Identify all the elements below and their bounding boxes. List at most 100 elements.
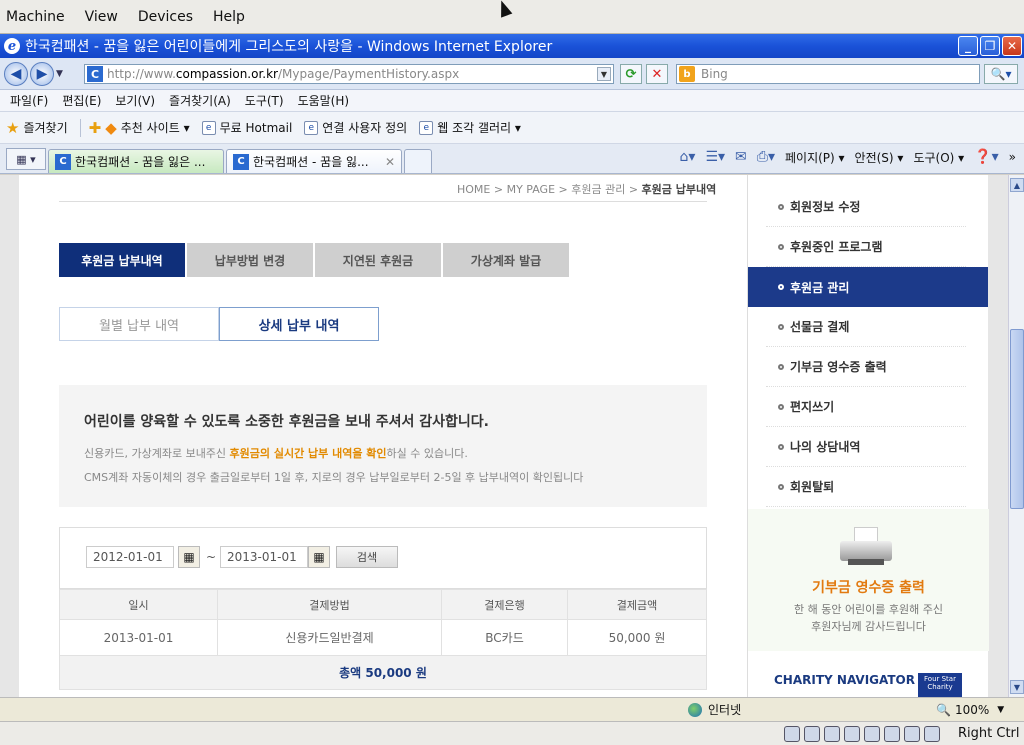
tab-virtual-account[interactable]: 가상계좌 발급	[443, 243, 569, 277]
scroll-up-icon[interactable]: ▲	[1010, 178, 1024, 192]
feeds-icon[interactable]: ☰▾	[705, 149, 725, 165]
sidebar-item-consultation[interactable]: 나의 상담내역	[766, 427, 966, 467]
vbox-menu-view[interactable]: View	[85, 9, 118, 25]
favorites-item-web-slice[interactable]: e 웹 조각 갤러리 ▾	[419, 119, 521, 136]
promo-title: 기부금 영수증 출력	[812, 580, 925, 596]
four-star-badge[interactable]: Four Star Charity	[918, 673, 962, 697]
from-date-input[interactable]: 2012-01-01	[86, 546, 174, 568]
table-header-row: 일시 결제방법 결제은행 결제금액	[59, 589, 707, 620]
print-icon[interactable]: ⎙▾	[757, 149, 775, 165]
network-icon[interactable]	[864, 726, 880, 742]
receipt-promo-banner[interactable]: 기부금 영수증 출력 한 해 동안 어린이를 후원해 주신 후원자님께 감사드립…	[748, 509, 989, 651]
new-tab-button[interactable]	[404, 149, 432, 173]
page-icon: e	[419, 120, 434, 135]
sidebar-item-letter[interactable]: 편지쓰기	[766, 387, 966, 427]
back-button[interactable]: ◀	[4, 61, 28, 86]
scroll-thumb[interactable]	[1010, 329, 1024, 509]
sidebar-item-donation-management[interactable]: 후원금 관리	[748, 267, 988, 307]
ie-logo-icon: e	[4, 38, 20, 54]
menu-file[interactable]: 파일(F)	[10, 92, 48, 109]
zoom-control[interactable]: 🔍 100% ▼	[936, 703, 1004, 717]
cell-bank: BC카드	[441, 619, 568, 656]
zoom-level: 100%	[954, 702, 990, 717]
scroll-down-icon[interactable]: ▼	[1010, 680, 1024, 694]
capture-icon[interactable]	[904, 726, 920, 742]
charity-navigator-logo[interactable]: CHARITY NAVIGATOR	[774, 673, 915, 687]
search-button[interactable]: 🔍▾	[984, 64, 1018, 84]
tab-payment-history[interactable]: 후원금 납부내역	[59, 243, 185, 277]
safety-menu[interactable]: 안전(S) ▾	[855, 149, 904, 166]
sidebar-item-gift-payment[interactable]: 선물금 결제	[766, 307, 966, 347]
quick-tabs-button[interactable]: ▦ ▾	[6, 148, 46, 170]
cell-date: 2013-01-01	[59, 619, 218, 656]
site-favicon-icon: C	[233, 153, 249, 170]
breadcrumb-divider	[59, 201, 707, 202]
suggested-sites-icon: ◆	[105, 118, 117, 137]
bullet-icon	[778, 284, 784, 290]
menu-favorites[interactable]: 즐겨찾기(A)	[169, 92, 231, 109]
mouse-integration-icon[interactable]	[924, 726, 940, 742]
more-commands-icon[interactable]: »	[1009, 150, 1016, 164]
tools-menu[interactable]: 도구(O) ▾	[913, 149, 964, 166]
maximize-button[interactable]: ❐	[980, 36, 1000, 56]
stop-button[interactable]: ✕	[646, 64, 668, 84]
sidebar: 회원정보 수정 후원중인 프로그램 후원금 관리 선물금 결제 기부금 영수증 …	[747, 175, 989, 697]
display-icon[interactable]	[884, 726, 900, 742]
to-date-input[interactable]: 2013-01-01	[220, 546, 308, 568]
close-tab-icon[interactable]: ✕	[385, 155, 395, 169]
menu-edit[interactable]: 편집(E)	[62, 92, 101, 109]
subtab-monthly-history[interactable]: 월별 납부 내역	[59, 307, 219, 341]
window-title-bar: e 한국컴패션 - 꿈을 잃은 어린이들에게 그리스도의 사랑을 - Windo…	[0, 34, 1024, 58]
browser-tab-1[interactable]: C 한국컴패션 - 꿈을 잃은 ...	[48, 149, 224, 173]
url-input[interactable]: C http://www. compassion.or.kr/Mypage/Pay…	[84, 64, 614, 84]
help-icon[interactable]: ❓▾	[974, 149, 998, 165]
sidebar-item-receipt[interactable]: 기부금 영수증 출력	[766, 347, 966, 387]
vbox-menu-devices[interactable]: Devices	[138, 9, 193, 25]
vbox-menu-machine[interactable]: Machine	[6, 9, 65, 25]
calendar-icon[interactable]: ▦	[308, 546, 330, 568]
vertical-scrollbar[interactable]: ▲ ▼	[1008, 175, 1024, 697]
menu-view[interactable]: 보기(V)	[115, 92, 155, 109]
shared-folder-icon[interactable]	[844, 726, 860, 742]
close-button[interactable]: ✕	[1002, 36, 1022, 56]
favorites-item-label: 연결 사용자 정의	[322, 121, 408, 135]
history-dropdown-icon[interactable]: ▼	[56, 69, 63, 79]
sidebar-top-spacer	[748, 175, 988, 187]
mail-icon[interactable]: ✉	[735, 149, 747, 165]
date-range-separator: ~	[206, 550, 217, 564]
ie-status-bar: 인터넷 🔍 100% ▼	[0, 697, 1024, 721]
sidebar-item-withdraw[interactable]: 회원탈퇴	[766, 467, 966, 507]
sidebar-item-programs[interactable]: 후원중인 프로그램	[766, 227, 966, 267]
minimize-button[interactable]: _	[958, 36, 978, 56]
vbox-menu-help[interactable]: Help	[213, 9, 245, 25]
search-input[interactable]: b Bing	[676, 64, 980, 84]
tab-overdue-donations[interactable]: 지연된 후원금	[315, 243, 441, 277]
favorites-button[interactable]: ★ 즐겨찾기	[6, 119, 68, 137]
sidebar-item-label: 선물금 결제	[790, 320, 850, 334]
menu-tools[interactable]: 도구(T)	[245, 92, 284, 109]
tab-change-payment-method[interactable]: 납부방법 변경	[187, 243, 313, 277]
forward-button[interactable]: ▶	[30, 61, 54, 86]
page-menu[interactable]: 페이지(P) ▾	[785, 149, 845, 166]
home-icon[interactable]: ⌂▾	[680, 149, 696, 165]
usb-icon[interactable]	[824, 726, 840, 742]
sidebar-item-edit-profile[interactable]: 회원정보 수정	[766, 187, 966, 227]
search-submit-button[interactable]: 검색	[336, 546, 398, 568]
favorites-item-suggested[interactable]: ✚ ◆ 추천 사이트 ▾	[89, 119, 190, 137]
refresh-button[interactable]: ⟳	[620, 64, 642, 84]
notice-text: 신용카드, 가상계좌로 보내주신	[84, 447, 230, 460]
calendar-icon[interactable]: ▦	[178, 546, 200, 568]
menu-help[interactable]: 도움말(H)	[298, 92, 350, 109]
vbox-menu-bar: Machine View Devices Help	[0, 0, 1024, 34]
browser-tab-2[interactable]: C 한국컴패션 - 꿈을 잃... ✕	[226, 149, 402, 173]
sub-tabs: 월별 납부 내역 상세 납부 내역	[59, 307, 379, 341]
favorites-item-hotmail[interactable]: e 무료 Hotmail	[201, 119, 293, 136]
favorites-item-custom-links[interactable]: e 연결 사용자 정의	[304, 119, 407, 136]
cd-icon[interactable]	[804, 726, 820, 742]
hdd-icon[interactable]	[784, 726, 800, 742]
subtab-detailed-history[interactable]: 상세 납부 내역	[219, 307, 379, 341]
favorites-item-label: 무료 Hotmail	[219, 121, 293, 135]
favorites-separator	[79, 118, 81, 137]
site-favicon-icon: C	[55, 153, 71, 170]
url-dropdown-icon[interactable]: ▼	[597, 67, 611, 81]
